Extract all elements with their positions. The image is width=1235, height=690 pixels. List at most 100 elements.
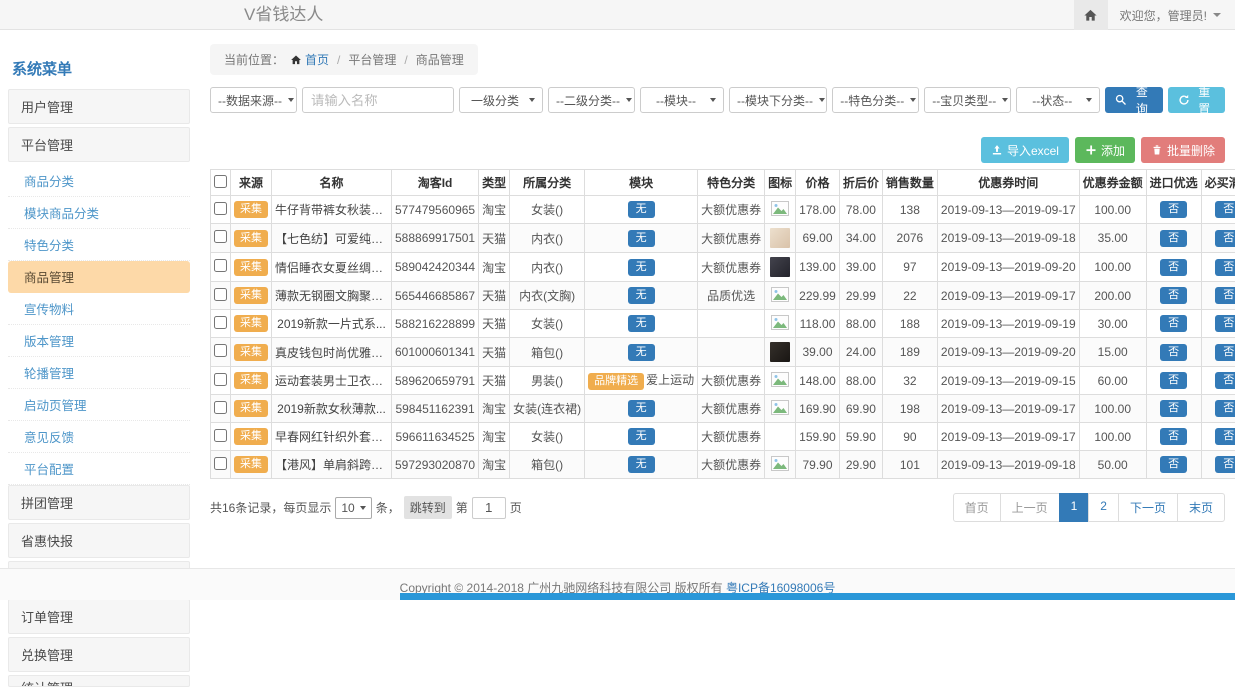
cell-feature: 品质优选 [698,282,765,310]
filter-select-level2-category[interactable]: --二级分类-- [548,87,635,113]
breadcrumb-home-link[interactable]: 首页 [290,51,329,68]
pager-1[interactable]: 1 [1059,493,1090,522]
row-checkbox[interactable] [214,373,227,386]
add-button[interactable]: 添加 [1075,137,1135,163]
must-buy-badge[interactable]: 否 [1215,201,1235,218]
row-checkbox[interactable] [214,316,227,329]
cell-icon [765,224,796,253]
cell-feature: 大额优惠券 [698,423,765,451]
must-buy-badge[interactable]: 否 [1215,287,1235,304]
sidebar-item-统计管理[interactable]: 统计管理 [8,675,190,687]
filter-select-level1-category[interactable]: 一级分类 [459,87,543,113]
must-buy-badge[interactable]: 否 [1215,315,1235,332]
import-select-badge[interactable]: 否 [1160,230,1187,247]
row-checkbox[interactable] [214,344,227,357]
row-checkbox[interactable] [214,429,227,442]
import-excel-button[interactable]: 导入excel [981,137,1069,163]
column-header-优惠券时间: 优惠券时间 [937,170,1079,196]
must-buy-badge[interactable]: 否 [1215,456,1235,473]
jump-page-input[interactable] [472,497,506,519]
user-menu[interactable]: 欢迎您，管理员! [1108,7,1235,24]
pager-下一页[interactable]: 下一页 [1118,493,1178,522]
home-button[interactable] [1074,0,1108,30]
filter-select-module[interactable]: --模块-- [640,87,724,113]
row-checkbox[interactable] [214,230,227,243]
sidebar-item-用户管理[interactable]: 用户管理 [8,89,190,124]
select-all-checkbox[interactable] [214,175,227,188]
batch-delete-button[interactable]: 批量删除 [1141,137,1225,163]
pager-2[interactable]: 2 [1088,493,1119,522]
must-buy-badge[interactable]: 否 [1215,230,1235,247]
import-select-badge[interactable]: 否 [1160,344,1187,361]
broken-image-icon [771,376,789,390]
import-select-badge[interactable]: 否 [1160,428,1187,445]
filter-select-data-source[interactable]: --数据来源-- [210,87,297,113]
import-select-badge[interactable]: 否 [1160,315,1187,332]
must-buy-badge[interactable]: 否 [1215,400,1235,417]
row-checkbox[interactable] [214,401,227,414]
search-button-label: 查询 [1131,83,1152,117]
sidebar-item-启动页管理[interactable]: 启动页管理 [8,389,190,421]
product-thumbnail [770,257,790,277]
must-buy-badge[interactable]: 否 [1215,372,1235,389]
pager-首页[interactable]: 首页 [953,493,1001,522]
cell-taoke-id: 588216228899 [392,310,479,338]
import-select-badge[interactable]: 否 [1160,259,1187,276]
cell-sales: 32 [882,367,937,395]
import-select-badge[interactable]: 否 [1160,372,1187,389]
must-buy-badge[interactable]: 否 [1215,344,1235,361]
must-buy-badge[interactable]: 否 [1215,428,1235,445]
filter-row: --数据来源-- 一级分类--二级分类----模块----模块下分类----特色分… [210,87,1225,113]
cell-sales: 90 [882,423,937,451]
cell-category: 箱包() [510,338,585,367]
sidebar-item-兑换管理[interactable]: 兑换管理 [8,637,190,672]
pager-上一页[interactable]: 上一页 [1000,493,1060,522]
cell-coupon-time: 2019-09-13—2019-09-20 [937,338,1079,367]
row-checkbox[interactable] [214,288,227,301]
import-select-badge[interactable]: 否 [1160,456,1187,473]
import-select-badge[interactable]: 否 [1160,400,1187,417]
cell-discount-price: 29.90 [839,451,882,479]
must-buy-badge[interactable]: 否 [1215,259,1235,276]
row-checkbox[interactable] [214,202,227,215]
cell-discount-price: 88.00 [839,310,882,338]
reset-button[interactable]: 重置 [1168,87,1225,113]
sidebar-item-商品管理[interactable]: 商品管理 [8,261,190,293]
sidebar-item-意见反馈[interactable]: 意见反馈 [8,421,190,453]
jump-button[interactable]: 跳转到 [404,496,452,519]
filter-select-module-subcategory[interactable]: --模块下分类-- [729,87,827,113]
cell-import-select: 否 [1146,224,1201,253]
sidebar-item-平台管理[interactable]: 平台管理 [8,127,190,162]
import-select-badge[interactable]: 否 [1160,201,1187,218]
sidebar-item-轮播管理[interactable]: 轮播管理 [8,357,190,389]
sidebar-item-版本管理[interactable]: 版本管理 [8,325,190,357]
sidebar-item-商品分类[interactable]: 商品分类 [8,165,190,197]
import-excel-label: 导入excel [1007,142,1059,159]
import-select-badge[interactable]: 否 [1160,287,1187,304]
sidebar-item-模块商品分类[interactable]: 模块商品分类 [8,197,190,229]
filter-name-input[interactable] [302,87,454,113]
filter-select-feature-category[interactable]: --特色分类-- [832,87,919,113]
cell-taoke-id: 597293020870 [392,451,479,479]
cell-module: 无 [585,395,698,423]
table-row: 采集【七色纺】可爱纯棉家...588869917501天猫内衣()无大额优惠券6… [211,224,1235,253]
sidebar-item-省惠快报[interactable]: 省惠快报 [8,523,190,558]
sidebar-item-订单管理[interactable]: 订单管理 [8,599,190,634]
sidebar-item-特色分类[interactable]: 特色分类 [8,229,190,261]
add-button-label: 添加 [1101,142,1125,159]
cell-coupon-amount: 35.00 [1079,224,1146,253]
row-checkbox[interactable] [214,457,227,470]
row-checkbox[interactable] [214,259,227,272]
filter-select-status[interactable]: --状态-- [1016,87,1100,113]
chevron-down-icon [1213,13,1221,17]
cell-icon [765,367,796,395]
search-button[interactable]: 查询 [1105,87,1162,113]
column-header-模块: 模块 [585,170,698,196]
page-size-select[interactable]: 10 [335,497,371,519]
sidebar-item-宣传物料[interactable]: 宣传物料 [8,293,190,325]
filter-select-item-type[interactable]: --宝贝类型-- [924,87,1011,113]
sidebar-item-拼团管理[interactable]: 拼团管理 [8,485,190,520]
sidebar-item-平台配置[interactable]: 平台配置 [8,453,190,485]
pager-末页[interactable]: 末页 [1177,493,1225,522]
cell-import-select: 否 [1146,423,1201,451]
